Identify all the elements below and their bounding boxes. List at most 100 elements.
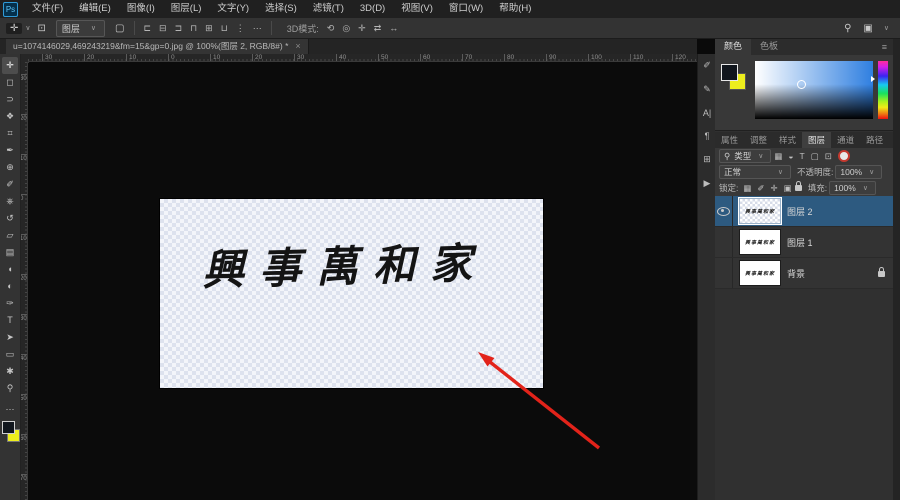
healing-tool[interactable]: ⊕	[2, 159, 18, 176]
type-tool[interactable]: T	[2, 312, 18, 329]
auto-select-icon[interactable]: ⊡	[34, 23, 50, 34]
workspace-chevron-icon[interactable]: ∨	[881, 24, 892, 32]
toolbar-color-swatches[interactable]	[2, 421, 18, 445]
dodge-tool[interactable]: ◐	[2, 278, 18, 295]
3d-slide-icon[interactable]: ⇄	[370, 23, 386, 34]
layer-row-layer1[interactable]: 興事萬和家 图层 1	[715, 227, 893, 258]
menu-view[interactable]: 视图(V)	[393, 0, 441, 18]
ruler-horizontal[interactable]: 30 20 10 0 10 20 30 40 50 60 70 80 90 10…	[28, 54, 697, 62]
character-panel-icon[interactable]: A|	[703, 108, 711, 118]
align-bottom-icon[interactable]: ⊔	[217, 23, 232, 34]
edit-toolbar-icon[interactable]: ⋯	[2, 401, 18, 418]
layer-thumbnail[interactable]: 興事萬和家	[740, 199, 780, 223]
layer-name[interactable]: 图层 2	[787, 205, 813, 218]
blur-tool[interactable]: ◖	[2, 261, 18, 278]
hand-tool[interactable]: ✱	[2, 363, 18, 380]
filter-smart-objects-icon[interactable]: ⊡	[822, 151, 835, 162]
visibility-cell[interactable]	[715, 196, 733, 226]
menu-help[interactable]: 帮助(H)	[491, 0, 539, 18]
layer-row-layer2[interactable]: 興事萬和家 图层 2	[715, 196, 893, 227]
3d-drag-icon[interactable]: ✛	[354, 23, 370, 34]
saturation-brightness-field[interactable]	[755, 61, 873, 119]
hue-strip[interactable]	[878, 61, 888, 119]
align-right-icon[interactable]: ⊐	[171, 23, 187, 34]
filter-toggle-icon[interactable]	[838, 150, 850, 162]
layer-name[interactable]: 背景	[787, 267, 805, 280]
tab-layers[interactable]: 图层	[802, 132, 831, 148]
distribute-icon[interactable]: ⋮	[232, 23, 249, 34]
document-image[interactable]: 興事萬和家	[160, 199, 543, 388]
zoom-tool[interactable]: ⚲	[2, 380, 18, 397]
gradient-tool[interactable]: ▤	[2, 244, 18, 261]
panel-menu-icon[interactable]: ≡	[882, 42, 893, 52]
close-tab-icon[interactable]: ×	[295, 41, 300, 51]
more-align-options-icon[interactable]: ⋯	[249, 23, 266, 34]
panel-scroll-gutter[interactable]	[893, 38, 900, 500]
filter-adjustment-layers-icon[interactable]: ◒	[785, 151, 796, 161]
menu-type[interactable]: 文字(Y)	[209, 0, 257, 18]
3d-scale-icon[interactable]: ↔	[385, 23, 402, 33]
menu-image[interactable]: 图像(I)	[119, 0, 163, 18]
filter-type-layers-icon[interactable]: T	[797, 151, 808, 161]
foreground-color-swatch[interactable]	[721, 64, 738, 81]
history-brush-tool[interactable]: ↺	[2, 210, 18, 227]
actions-panel-icon[interactable]: ▶	[704, 178, 711, 189]
transform-controls-icon[interactable]: ▢	[111, 23, 128, 34]
ruler-vertical[interactable]: 30 20 10 0 10 20 30 40 50 60 70	[20, 62, 28, 500]
lock-transparency-icon[interactable]: ▦	[740, 183, 754, 194]
fill-dropdown[interactable]: 100% ∨	[829, 181, 876, 195]
visibility-cell[interactable]	[715, 258, 733, 288]
layer-thumbnail[interactable]: 興事萬和家	[740, 230, 780, 254]
menu-edit[interactable]: 编辑(E)	[71, 0, 119, 18]
foreground-color-swatch[interactable]	[2, 421, 15, 434]
tab-color[interactable]: 颜色	[715, 38, 751, 55]
lasso-tool[interactable]: ⊃	[2, 91, 18, 108]
shape-tool[interactable]: ▭	[2, 346, 18, 363]
brush-tool[interactable]: ✐	[2, 176, 18, 193]
tab-paths[interactable]: 路径	[860, 132, 889, 148]
move-tool-icon[interactable]: ✛	[6, 23, 22, 34]
tab-adjustments[interactable]: 调整	[744, 132, 773, 148]
workspace-icon[interactable]: ▣	[859, 23, 876, 34]
layer-filter-dropdown[interactable]: ⚲ 类型 ∨	[719, 149, 771, 163]
align-top-icon[interactable]: ⊓	[186, 23, 201, 34]
quick-select-tool[interactable]: ❖	[2, 108, 18, 125]
tab-swatches[interactable]: 色板	[751, 38, 787, 55]
3d-roll-icon[interactable]: ◎	[338, 23, 354, 34]
clone-source-panel-icon[interactable]: ⊞	[703, 154, 711, 165]
brush-panel-icon[interactable]: ✐	[703, 60, 711, 71]
color-picker-handle[interactable]	[797, 80, 806, 89]
3d-rotate-icon[interactable]: ⟲	[323, 23, 339, 34]
filter-pixel-layers-icon[interactable]: ▦	[771, 151, 785, 162]
document-tab[interactable]: u=1074146029,469243219&fm=15&gp=0.jpg @ …	[6, 38, 309, 54]
filter-shape-layers-icon[interactable]: ▢	[808, 151, 822, 162]
opacity-dropdown[interactable]: 100% ∨	[835, 165, 882, 179]
menu-select[interactable]: 选择(S)	[257, 0, 305, 18]
move-tool[interactable]: ✛	[2, 57, 18, 74]
align-center-v-icon[interactable]: ⊞	[201, 23, 217, 34]
layer-name[interactable]: 图层 1	[787, 236, 813, 249]
path-select-tool[interactable]: ➤	[2, 329, 18, 346]
canvas-area[interactable]: 興事萬和家	[28, 62, 697, 500]
eyedropper-tool[interactable]: ✒	[2, 142, 18, 159]
menu-3d[interactable]: 3D(D)	[352, 0, 393, 18]
clone-stamp-tool[interactable]: ⎈	[2, 193, 18, 210]
tab-channels[interactable]: 通道	[831, 132, 860, 148]
auto-select-dropdown[interactable]: 图层 ∨	[56, 20, 105, 37]
menu-file[interactable]: 文件(F)	[24, 0, 71, 18]
brush-settings-panel-icon[interactable]: ✎	[703, 84, 711, 95]
menu-layer[interactable]: 图层(L)	[163, 0, 210, 18]
pen-tool[interactable]: ✑	[2, 295, 18, 312]
lock-position-icon[interactable]: ✛	[768, 183, 781, 194]
layer-row-background[interactable]: 興事萬和家 背景	[715, 258, 893, 289]
layer-thumbnail[interactable]: 興事萬和家	[740, 261, 780, 285]
align-center-h-icon[interactable]: ⊟	[155, 23, 171, 34]
paragraph-panel-icon[interactable]: ¶	[705, 131, 710, 141]
tool-preset-chevron-icon[interactable]: ∨	[22, 24, 33, 32]
lock-all-icon[interactable]	[795, 185, 802, 191]
marquee-tool[interactable]: ◻	[2, 74, 18, 91]
hue-slider-arrow-icon[interactable]	[871, 76, 875, 82]
tab-properties[interactable]: 属性	[715, 132, 744, 148]
eye-icon[interactable]	[717, 207, 730, 216]
lock-pixels-icon[interactable]: ✐	[754, 183, 767, 194]
